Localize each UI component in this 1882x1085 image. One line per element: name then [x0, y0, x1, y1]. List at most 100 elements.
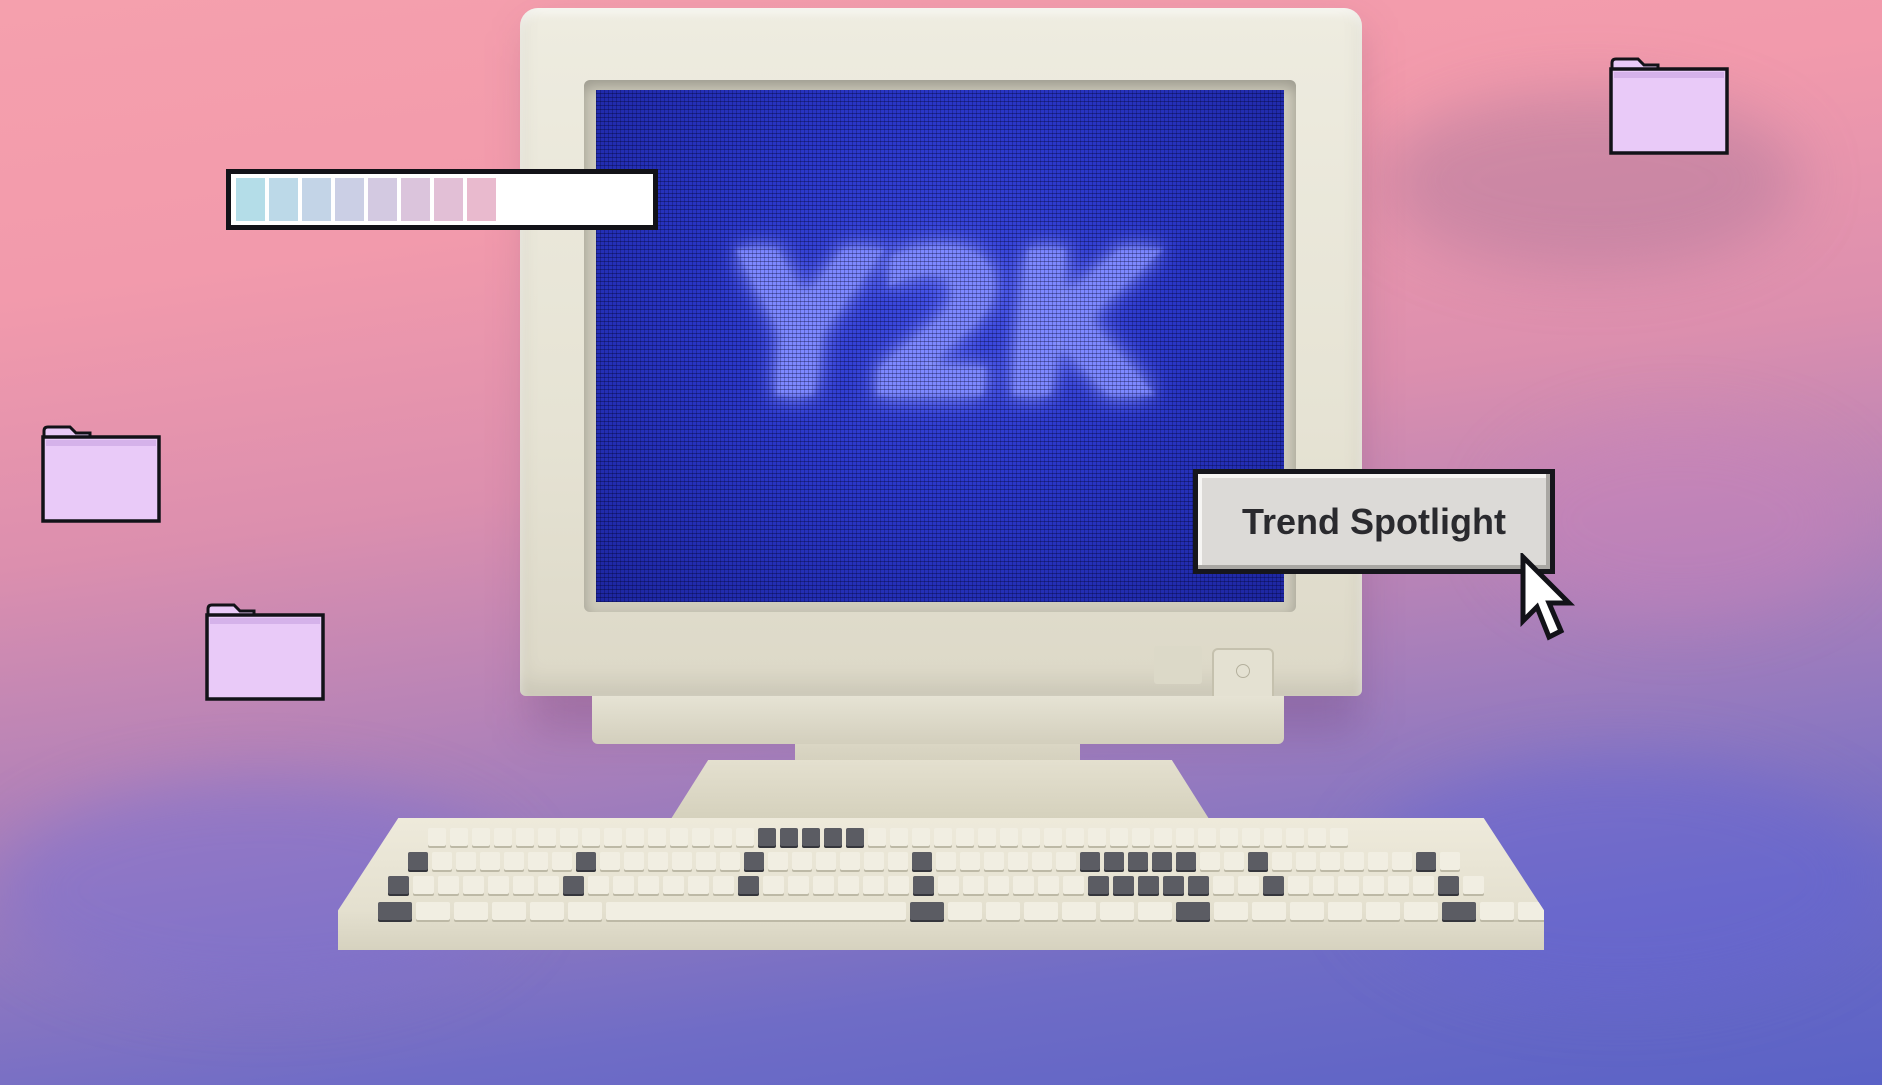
keyboard-key	[1063, 876, 1084, 894]
keyboard-key	[758, 828, 776, 846]
keyboard-key	[802, 828, 820, 846]
keyboard-key	[1252, 902, 1286, 920]
keyboard-key	[576, 852, 596, 870]
keyboard-key	[538, 828, 556, 846]
progress-segment	[335, 178, 364, 221]
keyboard-key	[513, 876, 534, 894]
keyboard-key	[626, 828, 644, 846]
folder-icon[interactable]	[1608, 53, 1730, 157]
keyboard-key	[563, 876, 584, 894]
keyboard-key	[378, 902, 412, 920]
keyboard-key	[1138, 876, 1159, 894]
keyboard-key	[956, 828, 974, 846]
keyboard-key	[604, 828, 622, 846]
progress-segment	[434, 178, 463, 221]
keyboard-row	[408, 852, 1460, 870]
keyboard-key	[606, 902, 906, 920]
keyboard-key	[624, 852, 644, 870]
keyboard-key	[538, 876, 559, 894]
keyboard-key	[1088, 828, 1106, 846]
progress-segment	[269, 178, 298, 221]
keyboard-key	[1062, 902, 1096, 920]
keyboard-row	[378, 902, 1544, 920]
crt-screen: Y2K	[596, 90, 1284, 602]
keyboard-key	[1056, 852, 1076, 870]
background-cloud	[1380, 90, 1800, 270]
keyboard-key	[1263, 876, 1284, 894]
loading-progress-bar	[226, 169, 658, 230]
keyboard-key	[692, 828, 710, 846]
keyboard-key	[813, 876, 834, 894]
keyboard-key	[1138, 902, 1172, 920]
keyboard-key	[768, 852, 788, 870]
progress-segment	[467, 178, 496, 221]
keyboard-key	[913, 876, 934, 894]
keyboard-key	[788, 876, 809, 894]
keyboard-key	[1000, 828, 1018, 846]
screen-title: Y2K	[717, 210, 1163, 443]
keyboard-key	[1242, 828, 1260, 846]
keyboard-key	[1308, 828, 1326, 846]
keyboard-key	[840, 852, 860, 870]
keyboard-key	[1290, 902, 1324, 920]
folder-icon[interactable]	[40, 421, 162, 525]
keyboard-key	[713, 876, 734, 894]
keyboard-key	[450, 828, 468, 846]
keyboard-key	[938, 876, 959, 894]
keyboard-key	[846, 828, 864, 846]
keyboard-key	[1152, 852, 1172, 870]
keyboard-key	[582, 828, 600, 846]
keyboard-key	[1176, 828, 1194, 846]
keyboard-key	[910, 902, 944, 920]
keyboard-row	[388, 876, 1484, 894]
keyboard-key	[696, 852, 716, 870]
keyboard-key	[1080, 852, 1100, 870]
keyboard-key	[1032, 852, 1052, 870]
keyboard-key	[528, 852, 548, 870]
keyboard-key	[838, 876, 859, 894]
keyboard-key	[463, 876, 484, 894]
keyboard-key	[888, 852, 908, 870]
keyboard-row	[428, 828, 1348, 846]
trend-spotlight-button[interactable]: Trend Spotlight	[1193, 469, 1555, 574]
keyboard-key	[408, 852, 428, 870]
keyboard-key	[1176, 902, 1210, 920]
keyboard-key	[986, 902, 1020, 920]
keyboard-key	[1132, 828, 1150, 846]
keyboard-key	[868, 828, 886, 846]
keyboard-key	[720, 852, 740, 870]
keyboard-key	[1368, 852, 1388, 870]
keyboard-key	[988, 876, 1009, 894]
keyboard-key	[984, 852, 1004, 870]
keyboard-key	[494, 828, 512, 846]
keyboard-key	[413, 876, 434, 894]
keyboard-key	[738, 876, 759, 894]
keyboard-key	[504, 852, 524, 870]
keyboard-key	[688, 876, 709, 894]
keyboard-key	[1008, 852, 1028, 870]
keyboard-key	[792, 852, 812, 870]
keyboard-key	[1440, 852, 1460, 870]
keyboard-key	[1188, 876, 1209, 894]
keyboard-key	[1264, 828, 1282, 846]
keyboard-key	[1163, 876, 1184, 894]
keyboard-key	[560, 828, 578, 846]
keyboard-key	[948, 902, 982, 920]
keyboard-key	[492, 902, 526, 920]
monitor-control-panel	[1154, 646, 1202, 684]
keyboard-key	[1024, 902, 1058, 920]
keyboard-key	[1388, 876, 1409, 894]
keyboard-key	[960, 852, 980, 870]
keyboard-key	[1480, 902, 1514, 920]
folder-icon[interactable]	[204, 599, 326, 703]
keyboard-key	[1328, 902, 1362, 920]
keyboard-key	[744, 852, 764, 870]
keyboard-key	[432, 852, 452, 870]
keyboard-key	[1272, 852, 1292, 870]
keyboard-key	[1220, 828, 1238, 846]
keyboard-key	[1176, 852, 1196, 870]
keyboard-key	[1238, 876, 1259, 894]
keyboard-key	[530, 902, 564, 920]
keyboard-key	[454, 902, 488, 920]
keyboard-key	[1088, 876, 1109, 894]
